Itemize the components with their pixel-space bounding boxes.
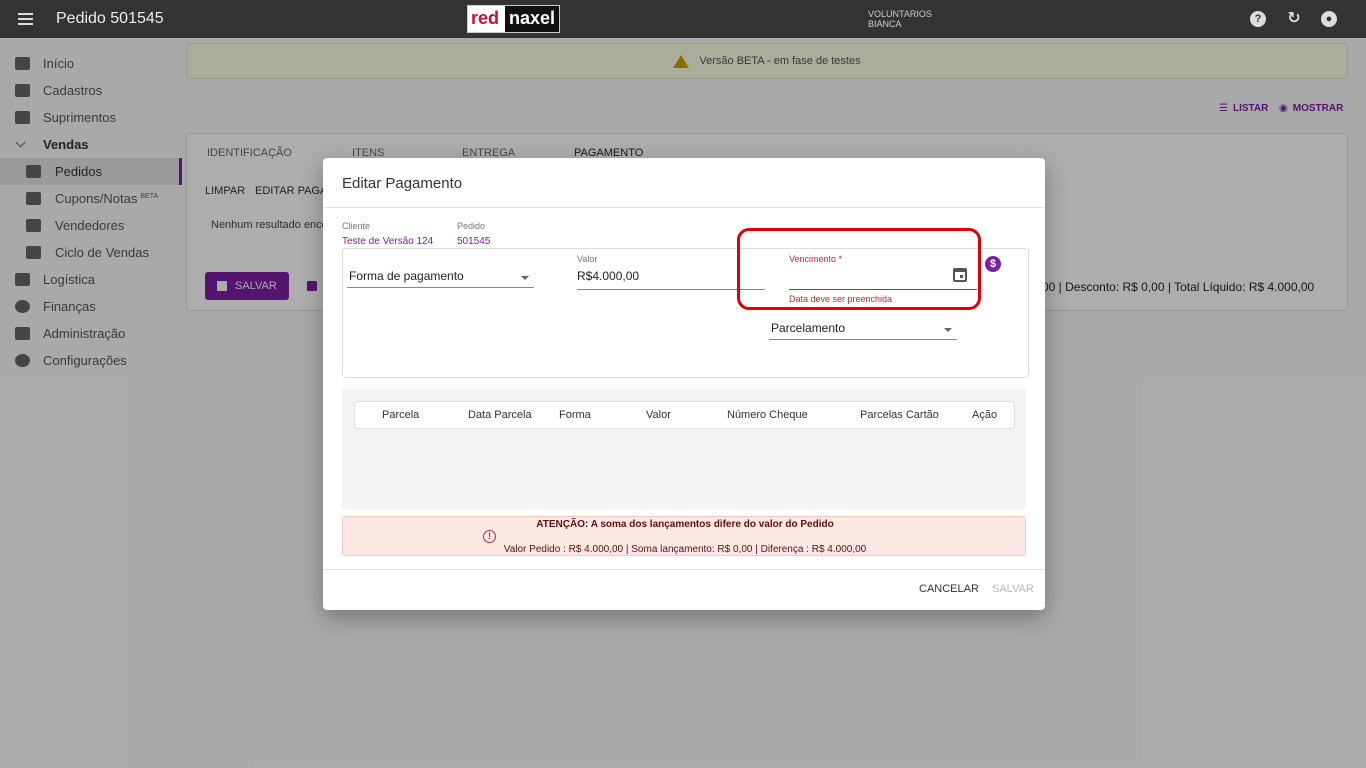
col-numero-cheque[interactable]: Número Cheque bbox=[727, 409, 808, 421]
save-button-disabled[interactable]: SALVAR bbox=[992, 583, 1034, 595]
col-valor[interactable]: Valor bbox=[646, 409, 671, 421]
page-title: Pedido 501545 bbox=[56, 10, 164, 27]
alert-detail: Valor Pedido : R$ 4.000,00 | Soma lançam… bbox=[503, 544, 867, 555]
top-app-bar: Pedido 501545 red naxel VOLUNTARIOS BIAN… bbox=[0, 0, 1366, 38]
col-acao[interactable]: Ação bbox=[972, 409, 997, 421]
alert-title: ATENÇÃO: A soma dos lançamentos difere d… bbox=[536, 519, 834, 530]
dialog-title: Editar Pagamento bbox=[342, 175, 463, 192]
installments-grid: Parcela Data Parcela Forma Valor Número … bbox=[342, 389, 1026, 509]
cliente-label: Cliente bbox=[342, 221, 371, 231]
dropdown-caret-icon bbox=[944, 328, 952, 332]
user-info: VOLUNTARIOS BIANCA bbox=[868, 9, 932, 29]
vencimento-highlight bbox=[737, 228, 981, 310]
refresh-icon[interactable]: ↻ bbox=[1286, 11, 1302, 27]
edit-payment-dialog: Editar Pagamento Cliente Teste de Versão… bbox=[323, 158, 1045, 610]
grid-header: Parcela Data Parcela Forma Valor Número … bbox=[354, 401, 1015, 429]
dropdown-caret-icon bbox=[521, 276, 529, 280]
rednaxel-logo: red naxel bbox=[467, 5, 560, 33]
dollar-icon[interactable]: $ bbox=[985, 256, 1001, 272]
divider bbox=[323, 207, 1045, 208]
parcelamento-select[interactable]: Parcelamento bbox=[769, 318, 957, 340]
help-icon[interactable]: ? bbox=[1250, 11, 1266, 27]
alert-circle-icon: ! bbox=[483, 530, 496, 543]
col-data-parcela[interactable]: Data Parcela bbox=[468, 409, 532, 421]
pedido-label: Pedido bbox=[457, 221, 486, 231]
col-parcela[interactable]: Parcela bbox=[382, 409, 419, 421]
divider bbox=[323, 569, 1045, 570]
account-icon[interactable]: ● bbox=[1321, 11, 1337, 27]
cliente-value: Teste de Versão 124 bbox=[342, 236, 434, 247]
col-forma[interactable]: Forma bbox=[559, 409, 591, 421]
pedido-value: 501545 bbox=[457, 236, 491, 247]
menu-icon[interactable] bbox=[18, 0, 46, 38]
cancel-button[interactable]: CANCELAR bbox=[919, 583, 979, 595]
col-parcelas-cartao[interactable]: Parcelas Cartão bbox=[860, 409, 939, 421]
user-name: BIANCA bbox=[868, 19, 902, 29]
org-name: VOLUNTARIOS bbox=[868, 9, 932, 19]
sum-mismatch-alert: ! ATENÇÃO: A soma dos lançamentos difere… bbox=[342, 516, 1026, 556]
forma-pagamento-select[interactable]: Forma de pagamento bbox=[347, 266, 534, 288]
